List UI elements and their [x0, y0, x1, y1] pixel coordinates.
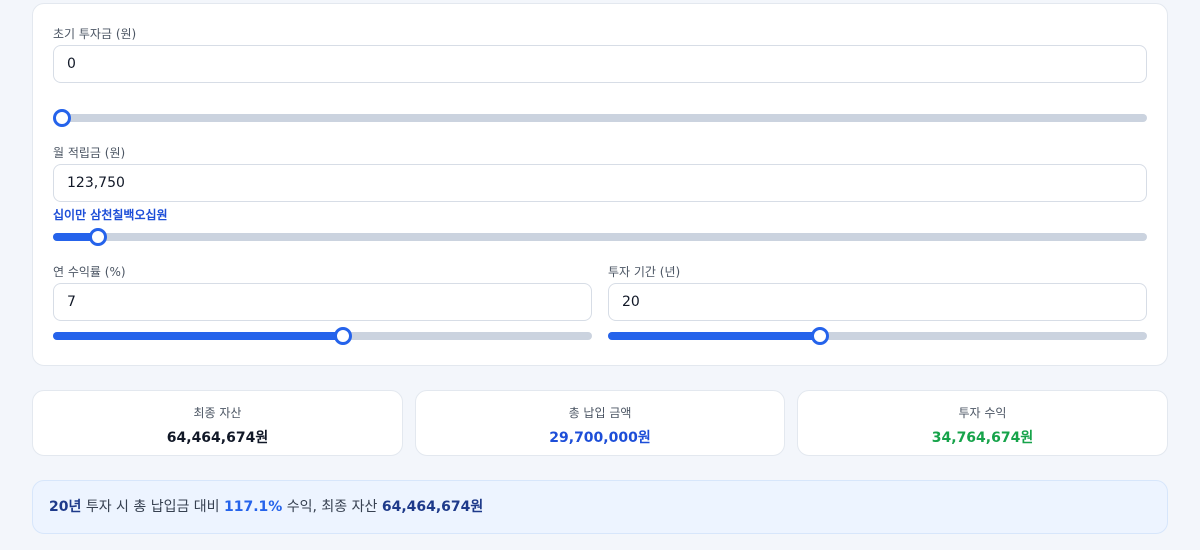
investment-period-input[interactable]: 20 [608, 283, 1147, 321]
slider-fill [608, 332, 820, 340]
summary-years: 20년 [49, 499, 82, 515]
summary-text-1: 투자 시 총 납입금 대비 [81, 499, 224, 515]
monthly-deposit-slider[interactable] [53, 227, 1147, 247]
slider-thumb[interactable] [333, 327, 352, 345]
investment-period-slider[interactable] [608, 326, 1147, 346]
monthly-deposit-label: 월 적립금 (원) [53, 146, 126, 160]
summary-percent: 117.1% [224, 499, 283, 515]
annual-return-label: 연 수익률 (%) [53, 265, 126, 279]
initial-investment-input[interactable]: 0 [53, 45, 1147, 83]
summary-banner: 20년 투자 시 총 납입금 대비 117.1% 수익, 최종 자산 64,46… [32, 480, 1168, 534]
calculator-card: 초기 투자금 (원) 0 월 적립금 (원) 123,750 십이만 삼천칠백오… [32, 3, 1168, 366]
monthly-deposit-korean-text: 십이만 삼천칠백오십원 [53, 208, 168, 222]
initial-investment-slider[interactable] [53, 108, 1147, 128]
slider-thumb[interactable] [810, 327, 829, 345]
investment-profit-value: 34,764,674원 [931, 430, 1034, 446]
final-asset-title: 최종 자산 [193, 406, 242, 420]
annual-return-input[interactable]: 7 [53, 283, 592, 321]
total-paid-value: 29,700,000원 [549, 430, 651, 446]
slider-track [53, 114, 1147, 122]
slider-track [53, 233, 1147, 241]
total-paid-card: 총 납입 금액 29,700,000원 [415, 390, 785, 456]
monthly-deposit-input[interactable]: 123,750 [53, 164, 1147, 202]
total-paid-title: 총 납입 금액 [568, 406, 632, 420]
final-asset-value: 64,464,674원 [166, 430, 269, 446]
slider-thumb[interactable] [88, 228, 107, 246]
summary-text-2: 수익, 최종 자산 [282, 499, 382, 515]
investment-period-label: 투자 기간 (년) [608, 265, 681, 279]
summary-final-asset: 64,464,674원 [381, 499, 484, 515]
investment-profit-title: 투자 수익 [958, 406, 1007, 420]
slider-thumb[interactable] [53, 109, 71, 127]
slider-fill [53, 332, 343, 340]
final-asset-card: 최종 자산 64,464,674원 [32, 390, 403, 456]
annual-return-slider[interactable] [53, 326, 592, 346]
investment-profit-card: 투자 수익 34,764,674원 [797, 390, 1168, 456]
initial-investment-label: 초기 투자금 (원) [53, 27, 137, 41]
